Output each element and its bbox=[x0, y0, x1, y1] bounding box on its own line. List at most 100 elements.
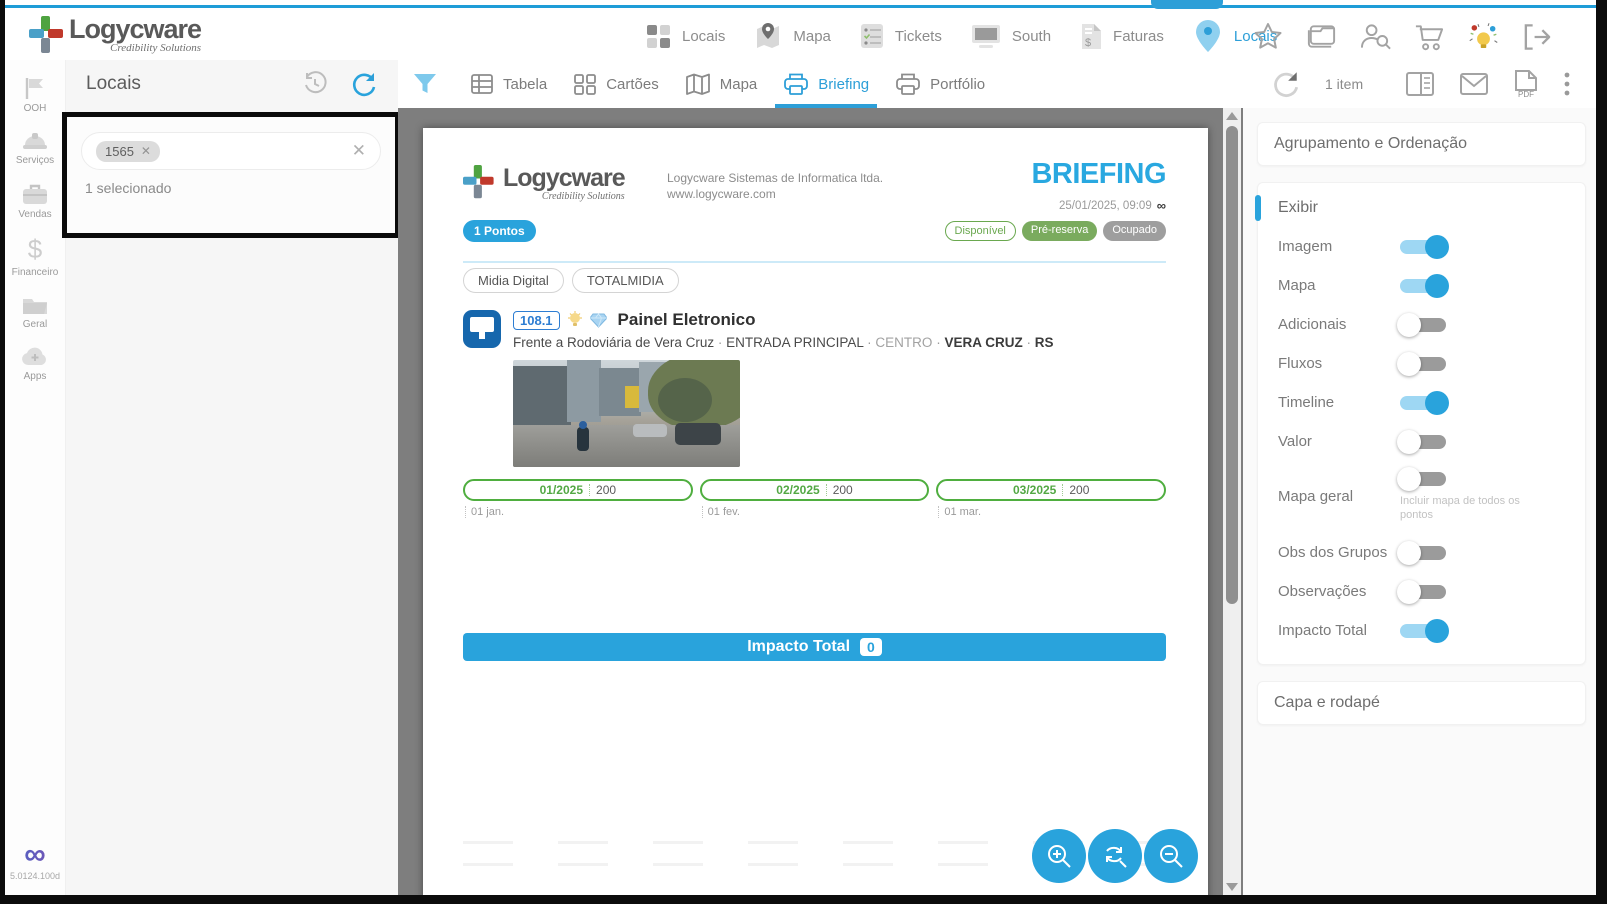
filter-input[interactable]: 1565 ✕ ✕ bbox=[81, 132, 381, 170]
more-options-icon[interactable] bbox=[1563, 71, 1571, 97]
nav-item-south[interactable]: South bbox=[970, 22, 1051, 50]
preview-zoom-controls bbox=[1032, 829, 1198, 883]
rail-label: Vendas bbox=[18, 209, 51, 220]
bulb-icon bbox=[567, 311, 583, 329]
nav-item-tickets[interactable]: Tickets bbox=[859, 22, 942, 50]
billboard-icon bbox=[463, 310, 501, 348]
briefcase-icon bbox=[21, 182, 49, 206]
zoom-reset-button[interactable] bbox=[1088, 829, 1142, 883]
status-badge-disponivel: Disponível bbox=[945, 221, 1016, 241]
rail-item-geral[interactable]: Geral bbox=[5, 294, 65, 330]
logout-icon[interactable] bbox=[1521, 20, 1554, 53]
nav-label: Tickets bbox=[895, 28, 942, 45]
scroll-up-arrow[interactable] bbox=[1226, 112, 1238, 120]
scrollbar-thumb[interactable] bbox=[1226, 126, 1238, 604]
refresh-results-icon[interactable] bbox=[1271, 69, 1301, 99]
locais-panel: Locais 1565 ✕ ✕ 1 selecionado bbox=[66, 60, 398, 895]
app-logo[interactable]: Logycware Credibility Solutions bbox=[29, 14, 201, 54]
toggle-timeline[interactable] bbox=[1400, 396, 1446, 410]
nav-item-mapa[interactable]: Mapa bbox=[753, 21, 831, 51]
favorite-star-icon[interactable] bbox=[1251, 20, 1284, 53]
cloud-plus-icon bbox=[20, 346, 50, 368]
point-code: 108.1 bbox=[513, 311, 560, 330]
exibir-title: Exibir bbox=[1258, 193, 1585, 227]
grid-icon bbox=[645, 23, 672, 50]
toggle-mapa-geral[interactable] bbox=[1400, 472, 1446, 486]
mapa-geral-hint: Incluir mapa de todos os pontos bbox=[1400, 494, 1530, 522]
tab-label: Cartões bbox=[606, 76, 659, 93]
filter-funnel-icon[interactable] bbox=[412, 72, 438, 96]
cards-icon bbox=[573, 73, 597, 95]
rail-label: OOH bbox=[24, 103, 47, 114]
impacto-total-bar: Impacto Total 0 bbox=[463, 633, 1166, 661]
svg-text:PDF: PDF bbox=[1518, 90, 1534, 99]
clear-filter-icon[interactable]: ✕ bbox=[352, 141, 366, 161]
rail-label: Apps bbox=[24, 371, 47, 382]
capa-rodape-card[interactable]: Capa e rodapé bbox=[1258, 682, 1585, 724]
agrupamento-card[interactable]: Agrupamento e Ordenação bbox=[1258, 123, 1585, 165]
table-icon bbox=[470, 73, 494, 95]
tab-tabela[interactable]: Tabela bbox=[470, 60, 547, 108]
tab-mapa[interactable]: Mapa bbox=[685, 60, 758, 108]
toggle-valor[interactable] bbox=[1400, 435, 1446, 449]
toggle-row-imagem: Imagem bbox=[1258, 227, 1585, 266]
idea-bulb-icon[interactable] bbox=[1467, 20, 1500, 53]
document-logo: Logycware Credibility Solutions bbox=[463, 163, 625, 203]
app-version: 5.0124.100d bbox=[5, 871, 65, 881]
nav-label: Locais bbox=[682, 28, 725, 45]
item-count: 1 item bbox=[1325, 76, 1363, 92]
user-search-icon[interactable] bbox=[1359, 20, 1392, 53]
briefing-options-panel: Agrupamento e Ordenação Exibir Imagem Ma… bbox=[1243, 108, 1596, 895]
scroll-down-arrow[interactable] bbox=[1226, 883, 1238, 891]
toggle-impacto-total[interactable] bbox=[1400, 624, 1446, 638]
tab-briefing[interactable]: Briefing bbox=[783, 60, 869, 108]
email-icon[interactable] bbox=[1459, 72, 1489, 96]
timeline-start-label: 01 mar. bbox=[938, 506, 1166, 518]
tab-cartoes[interactable]: Cartões bbox=[573, 60, 659, 108]
doc-logo-name: Logycware bbox=[503, 163, 625, 193]
timeline-start-label: 01 jan. bbox=[465, 506, 693, 518]
flag-icon bbox=[22, 76, 48, 100]
nav-label: Faturas bbox=[1113, 28, 1164, 45]
briefing-title: BRIEFING bbox=[1031, 158, 1166, 191]
nav-item-faturas[interactable]: $ Faturas bbox=[1079, 22, 1164, 51]
point-address: Frente a Rodoviária de Vera Cruz · ENTRA… bbox=[513, 335, 1166, 350]
chip-remove-icon[interactable]: ✕ bbox=[141, 144, 151, 158]
toggle-fluxos[interactable] bbox=[1400, 357, 1446, 371]
toggle-row-impacto-total: Impacto Total bbox=[1258, 611, 1585, 650]
history-icon[interactable] bbox=[302, 71, 328, 97]
toggle-imagem[interactable] bbox=[1400, 240, 1446, 254]
module-rail: OOH Serviços Vendas $ Financeiro Geral A… bbox=[5, 60, 66, 895]
infinity-logo: ∞ bbox=[5, 841, 65, 869]
point-item: 108.1 Painel Eletronico Frente a Rodoviá… bbox=[463, 310, 1166, 467]
status-badge-prereserva: Pré-reserva bbox=[1022, 221, 1097, 241]
checklist-icon bbox=[859, 22, 885, 50]
tab-label: Tabela bbox=[503, 76, 547, 93]
rail-label: Financeiro bbox=[12, 267, 59, 278]
tab-portfolio[interactable]: Portfólio bbox=[895, 60, 985, 108]
logo-tagline: Credibility Solutions bbox=[110, 42, 201, 54]
preview-scrollbar[interactable] bbox=[1223, 108, 1241, 895]
toggle-observacoes[interactable] bbox=[1400, 585, 1446, 599]
zoom-out-button[interactable] bbox=[1144, 829, 1198, 883]
rail-item-financeiro[interactable]: $ Financeiro bbox=[5, 236, 65, 278]
main-nav: Locais Mapa Tickets South $ Faturas Loca… bbox=[645, 16, 1277, 56]
map-icon bbox=[685, 73, 711, 95]
app-header: Logycware Credibility Solutions Locais M… bbox=[5, 8, 1596, 60]
rail-item-vendas[interactable]: Vendas bbox=[5, 182, 65, 220]
rail-item-apps[interactable]: Apps bbox=[5, 346, 65, 382]
zoom-in-button[interactable] bbox=[1032, 829, 1086, 883]
timeline-start-label: 01 fev. bbox=[702, 506, 930, 518]
rail-item-ooh[interactable]: OOH bbox=[5, 76, 65, 114]
toggle-adicionais[interactable] bbox=[1400, 318, 1446, 332]
side-panel-icon[interactable] bbox=[1405, 71, 1435, 97]
rail-item-servicos[interactable]: Serviços bbox=[5, 130, 65, 166]
toggle-mapa[interactable] bbox=[1400, 279, 1446, 293]
cart-icon[interactable] bbox=[1413, 20, 1446, 53]
toggle-obs-grupos[interactable] bbox=[1400, 546, 1446, 560]
refresh-icon[interactable] bbox=[350, 70, 378, 98]
pdf-export-icon[interactable]: PDF bbox=[1513, 69, 1539, 99]
toggle-row-mapa: Mapa bbox=[1258, 266, 1585, 305]
folders-icon[interactable] bbox=[1305, 20, 1338, 53]
nav-item-locais-grid[interactable]: Locais bbox=[645, 23, 725, 50]
